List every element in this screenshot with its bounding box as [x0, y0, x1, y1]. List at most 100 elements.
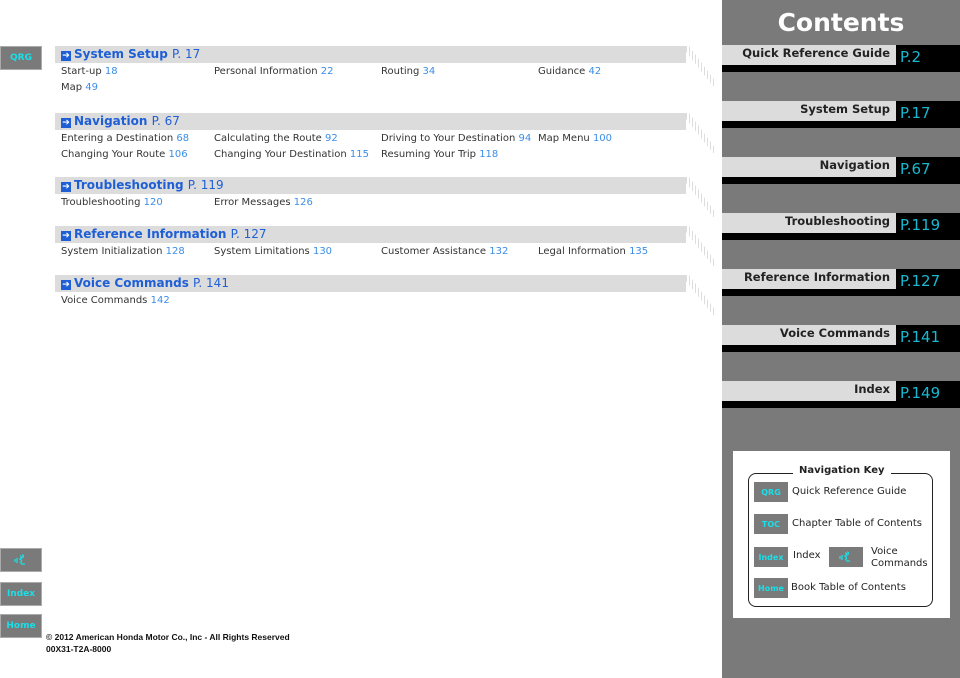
toc-link-page[interactable]: 118 — [479, 149, 498, 160]
key-toc-label: Chapter Table of Contents — [792, 518, 922, 529]
toc-link[interactable]: Changing Your Destination 115 — [214, 149, 369, 160]
toc-link[interactable]: Entering a Destination 68 — [61, 133, 189, 144]
sidebar-chapter-link[interactable]: Voice Commands P.141 — [722, 325, 960, 352]
section-title[interactable]: Troubleshooting — [74, 178, 184, 192]
toc-link-page[interactable]: 22 — [321, 66, 334, 77]
chapter-page[interactable]: P.149 — [896, 381, 960, 408]
toc-link-page[interactable]: 135 — [629, 246, 648, 257]
toc-link-label: Map Menu — [538, 133, 590, 144]
section-header[interactable]: ➔ System Setup P. 17 — [55, 46, 686, 63]
section-page[interactable]: P. 127 — [231, 227, 267, 241]
toc-link[interactable]: System Initialization 128 — [61, 246, 185, 257]
toc-link-page[interactable]: 106 — [169, 149, 188, 160]
toc-link[interactable]: Customer Assistance 132 — [381, 246, 508, 257]
toc-link[interactable]: Map 49 — [61, 82, 98, 93]
section-title[interactable]: Reference Information — [74, 227, 226, 241]
chapter-label[interactable]: Troubleshooting — [722, 213, 896, 233]
toc-link[interactable]: Troubleshooting 120 — [61, 197, 163, 208]
chapter-label[interactable]: Quick Reference Guide — [722, 45, 896, 65]
voice-command-icon — [839, 551, 850, 562]
section-title[interactable]: Voice Commands — [74, 276, 189, 290]
toc-link[interactable]: Voice Commands 142 — [61, 295, 170, 306]
toc-link-label: Guidance — [538, 66, 586, 77]
chapter-label[interactable]: System Setup — [722, 101, 896, 121]
toc-link-page[interactable]: 94 — [518, 133, 531, 144]
toc-link[interactable]: Driving to Your Destination 94 — [381, 133, 531, 144]
toc-link-page[interactable]: 132 — [489, 246, 508, 257]
chapter-label[interactable]: Reference Information — [722, 269, 896, 289]
toc-link-label: Start-up — [61, 66, 102, 77]
toc-link[interactable]: Map Menu 100 — [538, 133, 612, 144]
home-button[interactable]: Home — [0, 614, 42, 638]
toc-link-page[interactable]: 34 — [423, 66, 436, 77]
section-title[interactable]: System Setup — [74, 47, 168, 61]
toc-link-page[interactable]: 68 — [176, 133, 189, 144]
section-header[interactable]: ➔ Voice Commands P. 141 — [55, 275, 686, 292]
voice-commands-button[interactable] — [0, 548, 42, 572]
toc-link[interactable]: System Limitations 130 — [214, 246, 332, 257]
toc-link-label: System Limitations — [214, 246, 310, 257]
toc-link-page[interactable]: 49 — [85, 82, 98, 93]
toc-link[interactable]: Calculating the Route 92 — [214, 133, 338, 144]
section-page[interactable]: P. 119 — [188, 178, 224, 192]
toc-link-page[interactable]: 126 — [294, 197, 313, 208]
toc-link[interactable]: Guidance 42 — [538, 66, 601, 77]
sidebar-chapter-link[interactable]: Quick Reference Guide P.2 — [722, 45, 960, 72]
toc-link[interactable]: Personal Information 22 — [214, 66, 334, 77]
chapter-page[interactable]: P.127 — [896, 269, 960, 296]
document-code: 00X31-T2A-8000 — [46, 644, 112, 654]
toc-link-page[interactable]: 42 — [589, 66, 602, 77]
chapter-page[interactable]: P.2 — [896, 45, 960, 72]
toc-link-page[interactable]: 142 — [151, 295, 170, 306]
sidebar-chapter-link[interactable]: Index P.149 — [722, 381, 960, 408]
section-page[interactable]: P. 17 — [172, 47, 200, 61]
toc-link-page[interactable]: 115 — [350, 149, 369, 160]
toc-link-label: Error Messages — [214, 197, 291, 208]
section-header[interactable]: ➔ Troubleshooting P. 119 — [55, 177, 686, 194]
toc-link[interactable]: Resuming Your Trip 118 — [381, 149, 498, 160]
toc-link-label: Personal Information — [214, 66, 318, 77]
arrow-right-icon: ➔ — [61, 231, 71, 241]
chapter-label[interactable]: Voice Commands — [722, 325, 896, 345]
toc-link-page[interactable]: 128 — [166, 246, 185, 257]
section-page[interactable]: P. 67 — [152, 114, 180, 128]
toc-link[interactable]: Error Messages 126 — [214, 197, 313, 208]
index-button[interactable]: Index — [0, 582, 42, 606]
toc-link-page[interactable]: 120 — [144, 197, 163, 208]
section-page[interactable]: P. 141 — [193, 276, 229, 290]
key-qrg-label: Quick Reference Guide — [792, 486, 907, 497]
sidebar-chapter-link[interactable]: System Setup P.17 — [722, 101, 960, 128]
toc-link[interactable]: Changing Your Route 106 — [61, 149, 188, 160]
section-header[interactable]: ➔ Navigation P. 67 — [55, 113, 686, 130]
toc-link[interactable]: Legal Information 135 — [538, 246, 648, 257]
sidebar-chapter-link[interactable]: Troubleshooting P.119 — [722, 213, 960, 240]
sidebar-chapter-link[interactable]: Reference Information P.127 — [722, 269, 960, 296]
key-voice-label-1: Voice — [871, 546, 898, 557]
chapter-label[interactable]: Index — [722, 381, 896, 401]
toc-link-label: Entering a Destination — [61, 133, 174, 144]
arrow-right-icon: ➔ — [61, 182, 71, 192]
toc-link-page[interactable]: 100 — [593, 133, 612, 144]
toc-link[interactable]: Routing 34 — [381, 66, 435, 77]
arrow-right-icon: ➔ — [61, 51, 71, 61]
section-header[interactable]: ➔ Reference Information P. 127 — [55, 226, 686, 243]
key-qrg-badge: QRG — [754, 482, 788, 502]
chapter-page[interactable]: P.119 — [896, 213, 960, 240]
qrg-button[interactable]: QRG — [0, 46, 42, 70]
chapter-label[interactable]: Navigation — [722, 157, 896, 177]
chapter-page[interactable]: P.67 — [896, 157, 960, 184]
toc-link-page[interactable]: 130 — [313, 246, 332, 257]
sidebar-chapter-link[interactable]: Navigation P.67 — [722, 157, 960, 184]
key-home-badge: Home — [754, 578, 788, 598]
toc-link-label: Legal Information — [538, 246, 626, 257]
section-title[interactable]: Navigation — [74, 114, 147, 128]
toc-link[interactable]: Start-up 18 — [61, 66, 118, 77]
navigation-key: Navigation Key QRG Quick Reference Guide… — [733, 451, 950, 618]
toc-link-page[interactable]: 92 — [325, 133, 338, 144]
toc-link-label: System Initialization — [61, 246, 163, 257]
toc-link-page[interactable]: 18 — [105, 66, 118, 77]
chapter-page[interactable]: P.141 — [896, 325, 960, 352]
toc-link-label: Calculating the Route — [214, 133, 322, 144]
chapter-page[interactable]: P.17 — [896, 101, 960, 128]
toc-link-label: Voice Commands — [61, 295, 148, 306]
